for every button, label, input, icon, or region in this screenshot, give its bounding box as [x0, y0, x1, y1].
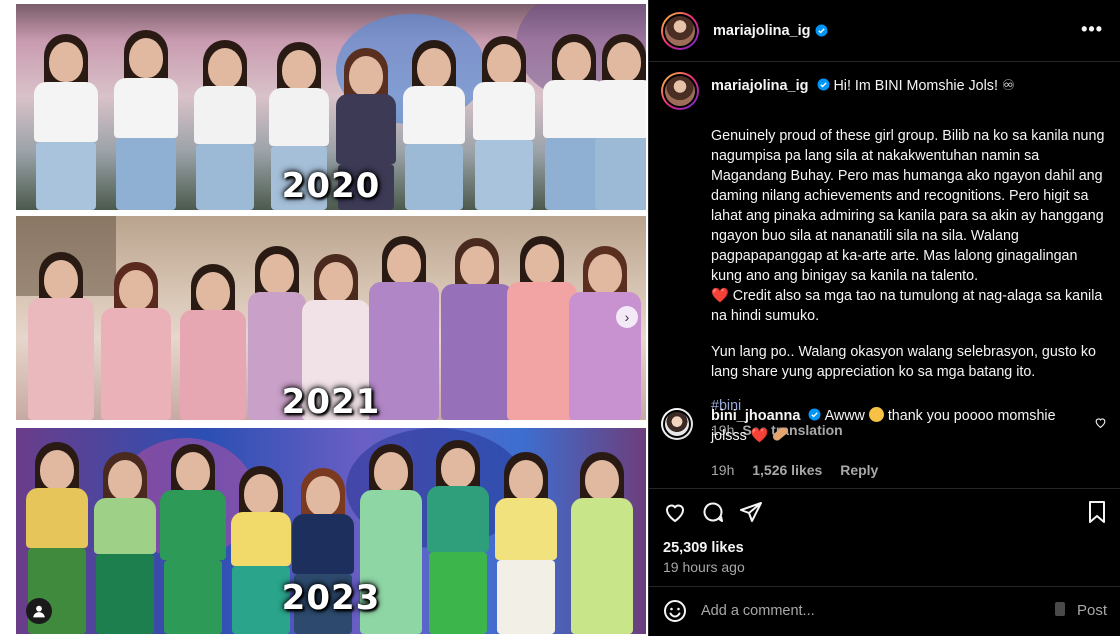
comment-composer: Post — [649, 586, 1120, 636]
post-image-collage[interactable]: 2020 2021 › 2023 — [0, 0, 648, 636]
comment-input[interactable] — [701, 600, 1041, 622]
post-caption: mariajolina_ig Hi! Im BINI Momshie Jols!… — [661, 70, 1111, 440]
tagged-users-button[interactable] — [26, 598, 52, 624]
comment-likes[interactable]: 1,526 likes — [752, 462, 822, 478]
post-details-panel: mariajolina_ig ••• mariajolina_ig Hi! Im… — [648, 0, 1120, 636]
post-comment-button[interactable]: Post — [1054, 602, 1107, 619]
comment-time: 19h — [711, 462, 735, 478]
commenter-avatar[interactable] — [661, 408, 693, 440]
caption-author-avatar[interactable] — [661, 72, 699, 110]
verified-badge-icon — [817, 78, 829, 91]
photo-panel-2020: 2020 — [16, 4, 646, 210]
heart-emoji: ❤️ — [711, 288, 729, 304]
divider — [649, 488, 1120, 489]
user-icon — [33, 605, 45, 618]
bandage-icon — [770, 425, 789, 443]
likes-count[interactable]: 25,309 likes — [663, 540, 744, 556]
post-header: mariajolina_ig ••• — [649, 0, 1120, 62]
verified-badge-icon — [815, 24, 827, 37]
comment-text-start: Awww — [824, 408, 865, 424]
comment-item: bini_jhoanna Awww thank you poooo momshi… — [661, 406, 1111, 480]
caption-paragraph-2: Yun lang po.. Walang okasyon walang sele… — [711, 344, 1096, 380]
verified-badge-icon — [808, 408, 821, 421]
more-options-button[interactable]: ••• — [1081, 19, 1103, 40]
comment-icon[interactable] — [701, 500, 725, 524]
caption-greeting: Hi! Im BINI Momshie Jols! ♾ — [833, 78, 1015, 94]
photo-panel-2023: 2023 — [16, 428, 646, 634]
chevron-right-icon: › — [624, 309, 630, 325]
emoji-icon[interactable] — [663, 599, 687, 623]
next-image-button[interactable]: › — [616, 306, 638, 328]
year-label-2020: 2020 — [281, 166, 381, 206]
pleading-face-icon — [868, 407, 884, 422]
like-comment-heart-icon[interactable] — [1094, 416, 1107, 429]
photo-panel-2021: 2021 › — [16, 216, 646, 420]
author-avatar[interactable] — [661, 11, 699, 50]
year-label-2021: 2021 — [281, 382, 381, 420]
bookmark-icon[interactable] — [1085, 500, 1109, 524]
post-actions — [663, 500, 1109, 526]
caption-paragraph-1: Genuinely proud of these girl group. Bil… — [711, 128, 1105, 284]
year-label-2023: 2023 — [281, 578, 381, 618]
share-icon[interactable] — [739, 500, 763, 524]
caption-username[interactable]: mariajolina_ig — [711, 78, 809, 94]
lock-icon — [1054, 602, 1065, 616]
heart-emoji: ❤️ — [750, 428, 769, 444]
caption-credit: Credit also sa mga tao na tumulong at na… — [711, 288, 1103, 324]
post-timestamp: 19 hours ago — [663, 559, 745, 575]
reply-button[interactable]: Reply — [840, 462, 878, 478]
author-username[interactable]: mariajolina_ig — [713, 23, 811, 39]
commenter-username[interactable]: bini_jhoanna — [711, 408, 800, 424]
post-button-label: Post — [1076, 602, 1107, 619]
like-heart-icon[interactable] — [663, 500, 687, 524]
